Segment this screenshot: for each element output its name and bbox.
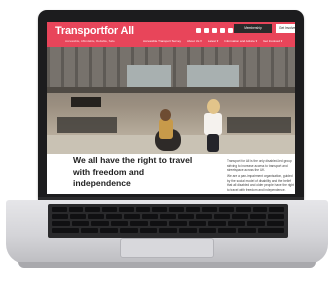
nav-item-about[interactable]: About Us ▾ [187,39,202,43]
twitter-icon[interactable] [204,28,209,33]
nav-item-survey[interactable]: Accessible Transport Survey [143,39,181,43]
key-row [52,214,284,219]
hero-headline: We all have the right to travel with fre… [73,155,193,188]
logo-word-for-all: for All [103,25,134,37]
nav-item-latest[interactable]: Latest ▾ [208,39,219,43]
station-roof [47,47,295,89]
person-seated [159,119,173,139]
site-header: Transportfor All Accessible, Affordable,… [47,22,295,47]
laptop-mockup: Transportfor All Accessible, Affordable,… [0,0,332,284]
site-logo[interactable]: Transportfor All [55,25,134,37]
facebook-icon[interactable] [196,28,201,33]
youtube-icon[interactable] [220,28,225,33]
person-head [207,99,220,114]
main-nav: Accessible Transport Survey About Us ▾ L… [143,39,282,43]
key-row [52,228,285,233]
laptop-front-edge [18,262,316,268]
departure-board [71,97,101,107]
background-crowd [227,117,291,133]
email-icon[interactable] [228,28,233,33]
laptop-screen: Transportfor All Accessible, Affordable,… [47,22,295,194]
intro-paragraph: We are a pan-impairment organisation, gu… [227,174,294,192]
person-head [160,109,171,121]
laptop-keyboard [48,204,288,238]
membership-button[interactable]: Membership [234,24,272,33]
person-standing [204,113,222,135]
person-legs [207,134,219,152]
get-involved-button[interactable]: Get Involved [276,24,295,33]
nav-item-information[interactable]: Information and Advice ▾ [224,39,257,43]
station-beam [47,87,295,93]
logo-word-transport: Transport [55,25,104,37]
background-crowd [57,117,117,133]
station-window [187,65,239,87]
hero-photo [47,47,295,154]
key-row [52,221,284,226]
instagram-icon[interactable] [212,28,217,33]
site-tagline: Accessible, Affordable, Reliable, Safe [65,39,115,43]
key-row [52,207,285,212]
station-window [127,65,171,87]
intro-paragraph: Transport for All is the only disabled-l… [227,159,292,173]
laptop-trackpad [120,238,214,258]
nav-item-get-involved[interactable]: Get Involved ▾ [263,39,282,43]
